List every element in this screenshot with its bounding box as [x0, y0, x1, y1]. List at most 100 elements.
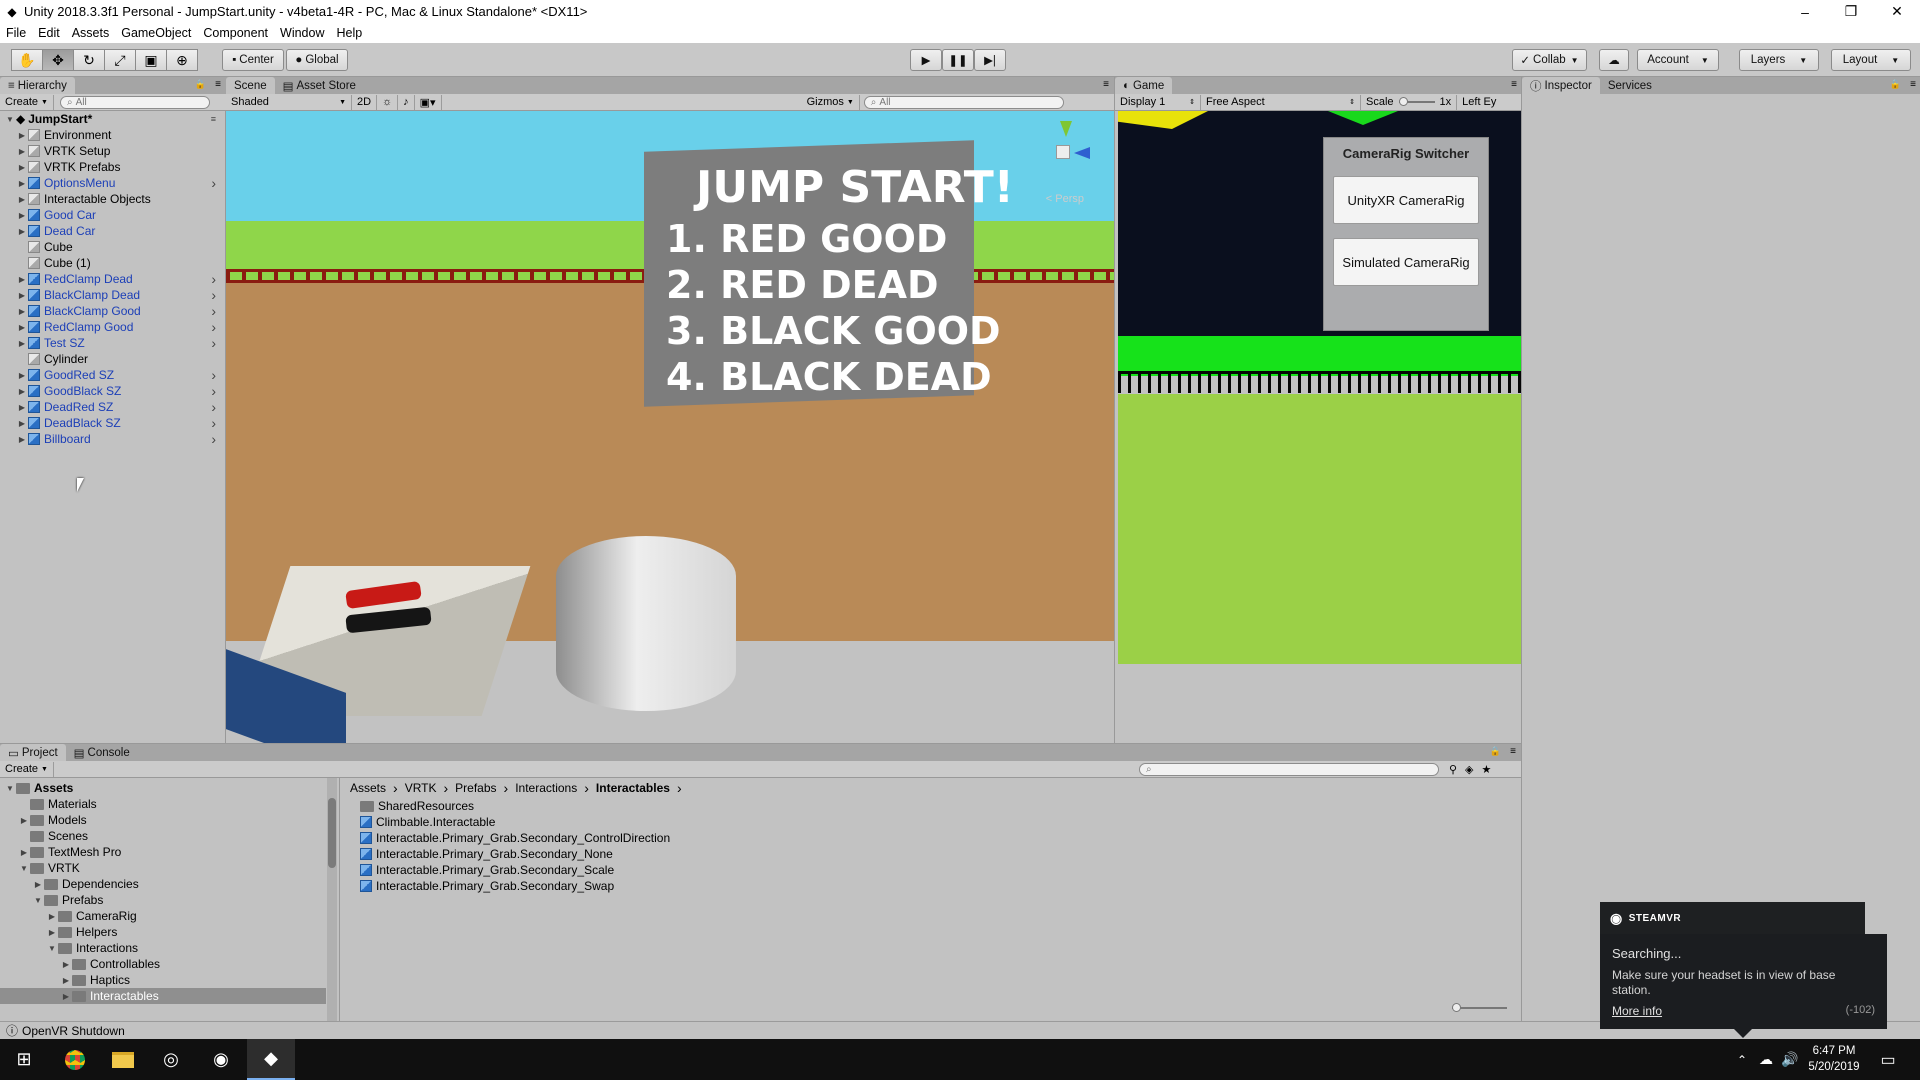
- hierarchy-item[interactable]: ▶ Dead Car: [16, 223, 222, 239]
- steamvr-more-info-link[interactable]: More info: [1612, 1004, 1662, 1018]
- expand-arrow-icon[interactable]: ▶: [16, 291, 28, 300]
- open-prefab-arrow-icon[interactable]: ›: [211, 399, 216, 415]
- expand-arrow-icon[interactable]: ▼: [4, 784, 16, 793]
- hand-tool-icon[interactable]: ✋: [11, 49, 43, 71]
- pivot-center-button[interactable]: ▪ Center: [222, 49, 284, 71]
- hierarchy-item[interactable]: ▶ VRTK Prefabs: [16, 159, 222, 175]
- restore-icon[interactable]: ❐: [1828, 0, 1874, 23]
- transform-tool-icon[interactable]: ⊕: [166, 49, 198, 71]
- expand-arrow-icon[interactable]: ▶: [46, 928, 58, 937]
- account-dropdown[interactable]: Account ▼: [1637, 49, 1719, 71]
- breadcrumb-separator-icon[interactable]: ›: [677, 780, 682, 796]
- favorite-star-icon[interactable]: ★: [1482, 763, 1492, 776]
- rotate-tool-icon[interactable]: ↻: [73, 49, 105, 71]
- simulated-camerarig-button[interactable]: Simulated CameraRig: [1333, 238, 1479, 286]
- expand-arrow-icon[interactable]: ▶: [60, 992, 72, 1001]
- persp-label[interactable]: < Persp: [1046, 193, 1084, 205]
- hierarchy-item[interactable]: Cylinder: [16, 351, 222, 367]
- expand-arrow-icon[interactable]: ▼: [4, 115, 16, 124]
- menu-edit[interactable]: Edit: [38, 26, 60, 40]
- expand-arrow-icon[interactable]: ▶: [16, 435, 28, 444]
- lock-icon[interactable]: 🔒: [1890, 79, 1901, 90]
- hierarchy-item[interactable]: ▶ BlackClamp Dead ›: [16, 287, 222, 303]
- open-prefab-arrow-icon[interactable]: ›: [211, 335, 216, 351]
- tab-inspector[interactable]: ⓘ Inspector: [1522, 77, 1600, 94]
- lock-icon[interactable]: 🔒: [1490, 746, 1501, 757]
- expand-arrow-icon[interactable]: ▼: [18, 864, 30, 873]
- expand-arrow-icon[interactable]: ▶: [16, 387, 28, 396]
- volume-icon[interactable]: 🔊: [1778, 1039, 1802, 1080]
- project-tree-item[interactable]: ▶ Controllables: [0, 956, 326, 972]
- eye-dropdown[interactable]: Left Ey: [1457, 95, 1501, 110]
- project-file-item[interactable]: Interactable.Primary_Grab.Secondary_Cont…: [360, 830, 670, 846]
- scene-viewport[interactable]: JUMP START! 1. RED GOOD 2. RED DEAD 3. B…: [226, 111, 1114, 743]
- expand-arrow-icon[interactable]: ▶: [16, 419, 28, 428]
- tree-scrollbar[interactable]: [327, 778, 337, 1022]
- expand-arrow-icon[interactable]: ▶: [16, 211, 28, 220]
- expand-arrow-icon[interactable]: ▶: [16, 163, 28, 172]
- expand-arrow-icon[interactable]: ▶: [16, 275, 28, 284]
- tab-scene[interactable]: Scene: [226, 77, 275, 94]
- tree-scrollbar-thumb[interactable]: [328, 798, 336, 868]
- scene-cylinder-object[interactable]: [556, 536, 736, 711]
- project-tree-item[interactable]: ▶ Interactables: [0, 988, 326, 1004]
- hierarchy-item[interactable]: ▶ Environment: [16, 127, 222, 143]
- play-button[interactable]: ▶: [910, 49, 942, 71]
- tab-asset-store[interactable]: ▤ Asset Store: [274, 77, 364, 94]
- hierarchy-create-dropdown[interactable]: Create ▼: [0, 94, 54, 110]
- project-tree-item[interactable]: ▶ Helpers: [0, 924, 326, 940]
- project-file-item[interactable]: Interactable.Primary_Grab.Secondary_None: [360, 846, 613, 862]
- layout-dropdown[interactable]: Layout ▼: [1831, 49, 1911, 71]
- hierarchy-item[interactable]: Cube (1): [16, 255, 222, 271]
- project-file-item[interactable]: Climbable.Interactable: [360, 814, 495, 830]
- breadcrumb-separator-icon[interactable]: ›: [443, 780, 448, 796]
- filter-type-icon[interactable]: ⚲: [1449, 763, 1457, 776]
- expand-arrow-icon[interactable]: ▶: [16, 403, 28, 412]
- shading-dropdown[interactable]: Shaded ▼: [226, 94, 352, 110]
- expand-arrow-icon[interactable]: ▶: [16, 371, 28, 380]
- breadcrumb-item[interactable]: VRTK: [405, 781, 437, 795]
- open-prefab-arrow-icon[interactable]: ›: [211, 415, 216, 431]
- expand-arrow-icon[interactable]: ▶: [16, 323, 28, 332]
- icon-size-slider-thumb[interactable]: [1452, 1003, 1461, 1012]
- panel-menu-icon[interactable]: ≡: [215, 79, 221, 90]
- project-tree-item[interactable]: ▶ Haptics: [0, 972, 326, 988]
- menu-assets[interactable]: Assets: [72, 26, 110, 40]
- open-prefab-arrow-icon[interactable]: ›: [211, 367, 216, 383]
- hierarchy-item[interactable]: ▶ Interactable Objects: [16, 191, 222, 207]
- menu-help[interactable]: Help: [336, 26, 362, 40]
- expand-arrow-icon[interactable]: ▶: [16, 195, 28, 204]
- close-icon[interactable]: ✕: [1874, 0, 1920, 23]
- menu-file[interactable]: File: [6, 26, 26, 40]
- expand-arrow-icon[interactable]: ▶: [18, 848, 30, 857]
- tab-hierarchy[interactable]: ≡ Hierarchy: [0, 77, 75, 94]
- panel-menu-icon[interactable]: ≡: [1910, 79, 1916, 90]
- panel-menu-icon[interactable]: ≡: [1510, 746, 1516, 757]
- collab-dropdown[interactable]: ✓ Collab ▼: [1512, 49, 1587, 71]
- expand-arrow-icon[interactable]: ▶: [60, 976, 72, 985]
- expand-arrow-icon[interactable]: ▶: [16, 227, 28, 236]
- hierarchy-item[interactable]: ▶ OptionsMenu ›: [16, 175, 222, 191]
- layers-dropdown[interactable]: Layers ▼: [1739, 49, 1819, 71]
- expand-arrow-icon[interactable]: ▼: [32, 896, 44, 905]
- menu-gameobject[interactable]: GameObject: [121, 26, 191, 40]
- hierarchy-item[interactable]: ▶ Billboard ›: [16, 431, 222, 447]
- expand-arrow-icon[interactable]: ▶: [16, 147, 28, 156]
- expand-arrow-icon[interactable]: ▶: [16, 179, 28, 188]
- expand-arrow-icon[interactable]: ▶: [60, 960, 72, 969]
- hierarchy-item[interactable]: ▶ GoodRed SZ ›: [16, 367, 222, 383]
- effects-dropdown-icon[interactable]: ▣▾: [415, 94, 442, 110]
- expand-arrow-icon[interactable]: ▶: [32, 880, 44, 889]
- minimize-icon[interactable]: –: [1782, 0, 1828, 23]
- scale-slider-thumb[interactable]: [1398, 97, 1408, 106]
- project-file-item[interactable]: Interactable.Primary_Grab.Secondary_Swap: [360, 878, 614, 894]
- lighting-toggle-icon[interactable]: ☼: [377, 94, 399, 110]
- hierarchy-item[interactable]: ▶ RedClamp Good ›: [16, 319, 222, 335]
- 2d-toggle[interactable]: 2D: [352, 94, 378, 110]
- tab-game[interactable]: ◐ Game: [1115, 77, 1173, 94]
- icon-size-slider[interactable]: [1452, 1003, 1507, 1012]
- project-tree-item[interactable]: ▶ Dependencies: [0, 876, 326, 892]
- hierarchy-search-input[interactable]: ⌕ All: [59, 95, 210, 109]
- open-prefab-arrow-icon[interactable]: ›: [211, 303, 216, 319]
- lock-icon[interactable]: 🔒: [195, 79, 206, 90]
